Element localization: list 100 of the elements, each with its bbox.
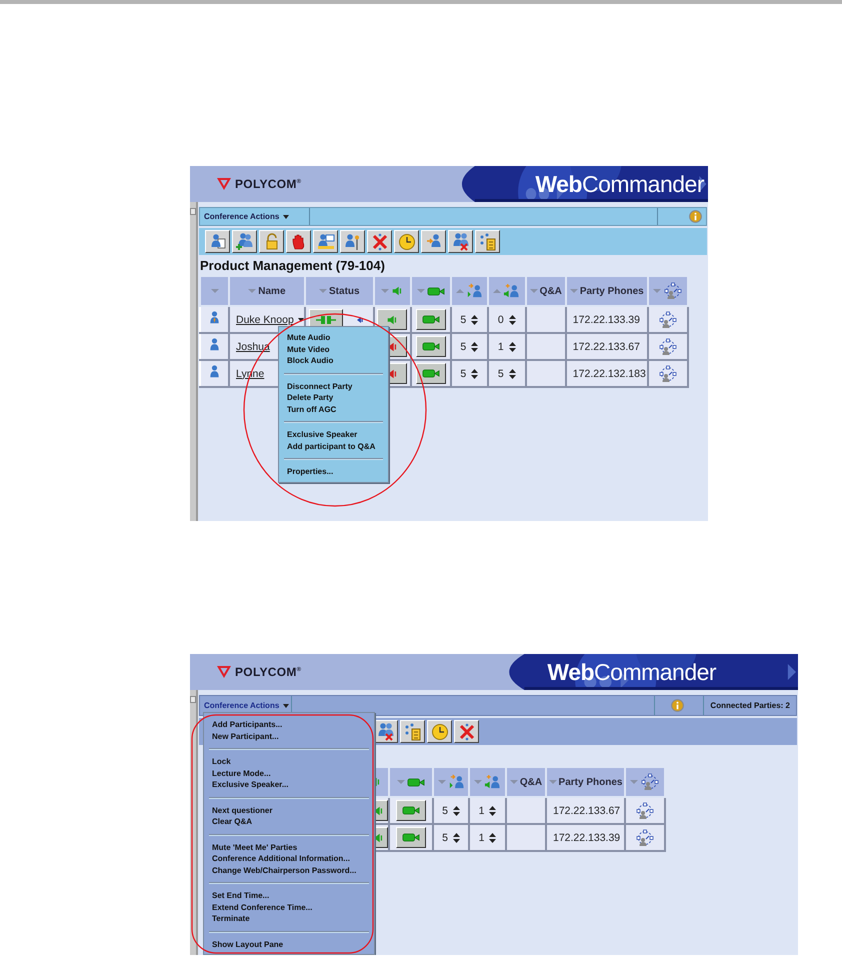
column-header[interactable]: Party Phones [546, 767, 625, 797]
triangle-logo-icon [216, 177, 232, 191]
layout-tiles-icon [404, 722, 422, 740]
rate-value: 5 [460, 340, 466, 352]
menu-item[interactable]: Disconnect Party [279, 380, 388, 392]
camera-icon [402, 805, 420, 816]
menu-item[interactable]: Add Participants... [204, 719, 374, 730]
stepper-icon[interactable] [471, 368, 478, 378]
network-icon [640, 772, 660, 792]
menu-item[interactable]: Terminate [204, 913, 374, 924]
toolbar-button[interactable] [421, 230, 446, 253]
menu-item[interactable]: Lecture Mode... [204, 768, 374, 779]
menu-item[interactable]: Exclusive Speaker... [204, 779, 374, 790]
toolbar-button[interactable] [259, 230, 284, 253]
connected-parties-count: Connected Parties: 2 [703, 696, 796, 715]
menu-item[interactable]: Properties... [279, 466, 388, 478]
column-header[interactable] [488, 276, 526, 306]
rate-value: 5 [442, 832, 448, 844]
menu-item[interactable]: Mute Video [279, 344, 388, 355]
column-header[interactable] [433, 767, 469, 797]
toolbar-button[interactable] [313, 230, 338, 253]
column-header[interactable] [648, 276, 688, 306]
toolbar-button[interactable] [454, 720, 479, 743]
rate-value: 1 [478, 804, 484, 816]
toolbar-button[interactable] [205, 230, 230, 253]
column-header[interactable]: Party Phones [566, 276, 648, 306]
column-header[interactable] [389, 767, 433, 797]
toolbar-button[interactable] [394, 230, 419, 253]
info-icon[interactable] [689, 210, 702, 223]
menu-item[interactable]: Delete Party [279, 392, 388, 404]
network-icon [658, 336, 678, 356]
toolbar-button[interactable] [448, 230, 473, 253]
stepper-icon[interactable] [508, 314, 516, 324]
stepper-icon[interactable] [471, 342, 478, 352]
camera-icon [426, 286, 445, 296]
column-header[interactable] [625, 767, 665, 797]
menu-item[interactable]: Mute Audio [279, 332, 388, 344]
scrollbar[interactable] [190, 202, 198, 521]
toolbar-button[interactable] [367, 230, 392, 253]
stepper-icon[interactable] [508, 368, 516, 378]
video-button[interactable] [396, 827, 426, 848]
person-arrows-icon [448, 774, 464, 790]
rate-value: 0 [498, 314, 504, 326]
toolbar-button[interactable] [427, 720, 452, 743]
column-header[interactable]: Status [304, 276, 374, 306]
column-header[interactable] [469, 767, 506, 797]
menu-item[interactable]: Next questioner [204, 804, 374, 816]
rate-value: 5 [460, 314, 466, 326]
menu-item[interactable]: Block Audio [279, 355, 388, 366]
video-button[interactable] [396, 800, 426, 821]
menu-item[interactable]: Set End Time... [204, 890, 374, 902]
add-people-icon [236, 232, 254, 250]
column-header[interactable] [410, 276, 451, 306]
menu-item[interactable]: New Participant... [204, 730, 374, 742]
brand-logo-text: POLYCOM$^{®}$ [235, 665, 302, 679]
rate-value: 5 [442, 804, 448, 816]
menu-item[interactable]: Turn off AGC [279, 404, 388, 415]
clock-icon [430, 722, 448, 740]
column-header[interactable]: Q&A [506, 767, 546, 797]
info-icon[interactable] [670, 699, 684, 712]
stepper-icon[interactable] [508, 342, 516, 352]
speaker-icon [391, 285, 404, 297]
conference-actions-menu[interactable]: Conference Actions [200, 208, 310, 225]
column-header[interactable]: Name [229, 276, 305, 306]
brand-logo-text: POLYCOM$^{®}$ [235, 177, 302, 191]
menu-item[interactable]: Clear Q&A [204, 816, 374, 828]
stepper-icon[interactable] [452, 806, 460, 816]
camera-icon [422, 368, 440, 379]
toolbar-button[interactable] [475, 230, 500, 253]
menu-item[interactable]: Extend Conference Time... [204, 902, 374, 913]
caret-icon [283, 214, 290, 218]
menu-item[interactable]: Exclusive Speaker [279, 429, 388, 440]
column-header[interactable] [450, 276, 488, 306]
menu-item[interactable]: Change Web/Chairperson Password... [204, 864, 374, 876]
presenter-icon [316, 232, 334, 250]
network-icon [635, 800, 655, 820]
signal-icon [356, 316, 363, 324]
toolbar-button[interactable] [286, 230, 311, 253]
column-header[interactable]: Q&A [526, 276, 566, 306]
video-button[interactable] [416, 309, 446, 330]
menu-item[interactable]: Add participant to Q&A [279, 440, 388, 452]
audio-button[interactable] [377, 309, 408, 330]
toolbar-button[interactable] [340, 230, 365, 253]
stepper-icon[interactable] [471, 314, 478, 324]
video-button[interactable] [416, 336, 446, 357]
toolbar-button[interactable] [400, 720, 425, 743]
menu-item[interactable]: Mute 'Meet Me' Parties [204, 842, 374, 853]
caret-icon[interactable] [298, 318, 304, 322]
stepper-icon[interactable] [489, 832, 496, 842]
video-button[interactable] [416, 363, 446, 384]
menu-item[interactable]: Show Layout Pane [204, 938, 374, 950]
cross-icon [458, 722, 476, 740]
menu-item[interactable]: Conference Additional Information... [204, 853, 374, 864]
stepper-icon[interactable] [489, 806, 496, 816]
menu-item[interactable]: Lock [204, 756, 374, 768]
party-phone-address: 172.22.133.39 [572, 314, 640, 326]
product-title: WebCommander [547, 658, 716, 686]
person-icon [208, 232, 226, 250]
stepper-icon[interactable] [452, 832, 460, 842]
toolbar-button[interactable] [232, 230, 257, 253]
